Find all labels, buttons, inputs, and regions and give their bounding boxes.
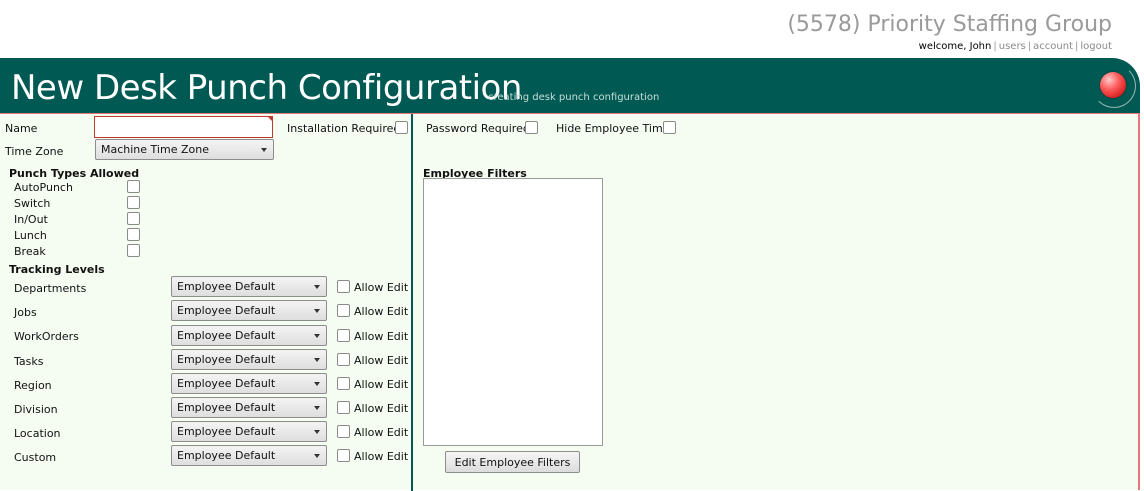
hide-employee-time-label: Hide Employee Time [556, 122, 670, 135]
time-zone-value: Machine Time Zone [101, 143, 209, 156]
name-label: Name [5, 122, 38, 135]
required-marker-icon [267, 116, 273, 122]
tracking-level-label: Tasks [14, 355, 44, 368]
edit-employee-filters-button[interactable]: Edit Employee Filters [445, 451, 580, 473]
employee-filters-list[interactable] [423, 178, 603, 446]
chevron-down-icon [314, 382, 320, 386]
select-value: Employee Default [177, 353, 276, 366]
allow-edit-label: Allow Edit [354, 378, 409, 391]
page-banner: New Desk Punch Configuration creating de… [0, 58, 1140, 113]
allow-edit-tasks-checkbox[interactable] [337, 353, 350, 366]
select-value: Employee Default [177, 329, 276, 342]
users-link[interactable]: users [999, 41, 1026, 52]
allow-edit-division-checkbox[interactable] [337, 401, 350, 414]
tracking-level-label: Jobs [14, 306, 37, 319]
punch-type-switch-checkbox[interactable] [127, 196, 140, 209]
page-title: New Desk Punch Configuration [11, 68, 522, 108]
allow-edit-label: Allow Edit [354, 402, 409, 415]
installation-required-label: Installation Required [287, 122, 401, 135]
tracking-division-select[interactable]: Employee Default [171, 397, 327, 418]
punch-type-label: Break [14, 245, 46, 258]
page-subtitle: creating desk punch configuration [488, 92, 660, 103]
punch-type-label: AutoPunch [14, 181, 73, 194]
logout-link[interactable]: logout [1080, 41, 1112, 52]
tracking-region-select[interactable]: Employee Default [171, 373, 327, 394]
allow-edit-region-checkbox[interactable] [337, 377, 350, 390]
chevron-down-icon [314, 309, 320, 313]
section-divider [411, 114, 413, 491]
time-zone-label: Time Zone [5, 145, 64, 158]
tracking-jobs-select[interactable]: Employee Default [171, 300, 327, 321]
tracking-level-label: Custom [14, 451, 57, 464]
allow-edit-label: Allow Edit [354, 330, 409, 343]
punch-type-inout-checkbox[interactable] [127, 212, 140, 225]
status-orb-icon [1100, 72, 1126, 98]
chevron-down-icon [314, 454, 320, 458]
account-link[interactable]: account [1033, 41, 1073, 52]
punch-type-label: Switch [14, 197, 51, 210]
allow-edit-label: Allow Edit [354, 426, 409, 439]
chevron-down-icon [314, 430, 320, 434]
select-value: Employee Default [177, 401, 276, 414]
tracking-level-label: WorkOrders [14, 330, 79, 343]
punch-types-heading: Punch Types Allowed [9, 167, 140, 180]
tracking-level-label: Region [14, 379, 52, 392]
chevron-down-icon [314, 285, 320, 289]
name-input[interactable] [94, 116, 273, 138]
punch-type-lunch-checkbox[interactable] [127, 228, 140, 241]
select-value: Employee Default [177, 425, 276, 438]
punch-type-break-checkbox[interactable] [127, 244, 140, 257]
password-required-label: Password Required [426, 122, 530, 135]
hide-employee-time-checkbox[interactable] [663, 121, 676, 134]
chevron-down-icon [261, 148, 267, 152]
select-value: Employee Default [177, 280, 276, 293]
allow-edit-departments-checkbox[interactable] [337, 280, 350, 293]
select-value: Employee Default [177, 449, 276, 462]
tracking-tasks-select[interactable]: Employee Default [171, 349, 327, 370]
allow-edit-custom-checkbox[interactable] [337, 449, 350, 462]
company-name: (5578) Priority Staffing Group [787, 12, 1112, 37]
select-value: Employee Default [177, 377, 276, 390]
allow-edit-location-checkbox[interactable] [337, 425, 350, 438]
installation-required-checkbox[interactable] [395, 121, 408, 134]
allow-edit-label: Allow Edit [354, 305, 409, 318]
tracking-workorders-select[interactable]: Employee Default [171, 325, 327, 346]
time-zone-select[interactable]: Machine Time Zone [95, 139, 274, 160]
tracking-level-label: Location [14, 427, 61, 440]
allow-edit-label: Allow Edit [354, 450, 409, 463]
password-required-checkbox[interactable] [525, 121, 538, 134]
config-panel: Name Installation Required Password Requ… [0, 113, 1140, 491]
allow-edit-label: Allow Edit [354, 281, 409, 294]
tracking-location-select[interactable]: Employee Default [171, 421, 327, 442]
punch-type-autopunch-checkbox[interactable] [127, 180, 140, 193]
chevron-down-icon [314, 334, 320, 338]
tracking-levels-heading: Tracking Levels [9, 263, 105, 276]
allow-edit-jobs-checkbox[interactable] [337, 304, 350, 317]
tracking-departments-select[interactable]: Employee Default [171, 276, 327, 297]
tracking-custom-select[interactable]: Employee Default [171, 445, 327, 466]
punch-type-label: In/Out [14, 213, 48, 226]
tracking-level-label: Departments [14, 282, 87, 295]
allow-edit-label: Allow Edit [354, 354, 409, 367]
tracking-level-label: Division [14, 403, 58, 416]
top-nav: welcome, John | users | account | logout [918, 41, 1112, 52]
chevron-down-icon [314, 358, 320, 362]
allow-edit-workorders-checkbox[interactable] [337, 329, 350, 342]
chevron-down-icon [314, 406, 320, 410]
welcome-text: welcome, John [918, 41, 992, 52]
punch-type-label: Lunch [14, 229, 47, 242]
select-value: Employee Default [177, 304, 276, 317]
